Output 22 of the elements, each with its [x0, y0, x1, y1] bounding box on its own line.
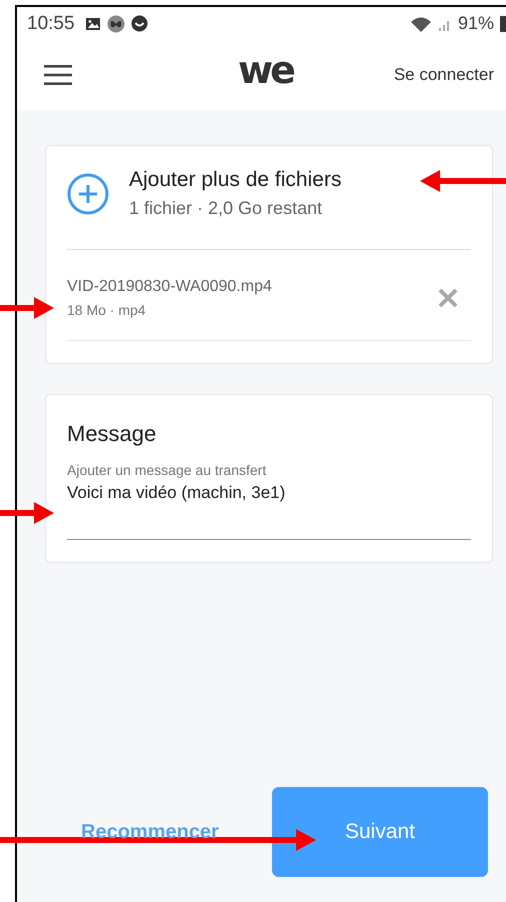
add-icon [67, 172, 109, 214]
clock-time: 10:55 [27, 12, 75, 34]
arrow [0, 502, 54, 524]
add-files-title[interactable]: Ajouter plus de fichiers [129, 168, 342, 192]
close-icon[interactable] [437, 287, 459, 309]
message-field[interactable]: Ajouter un message au transfert Voici ma vidéo (machin, 3e1) [67, 462, 471, 540]
files-summary: 1 fichier · 2,0 Go restant [129, 198, 324, 219]
message-title: Message [67, 421, 158, 447]
wifi-icon [410, 16, 432, 32]
image-icon [84, 16, 101, 30]
login-link[interactable]: Se connecter [394, 65, 494, 85]
file-meta: 18 Mo · mp4 [67, 302, 147, 318]
smiley-icon [130, 15, 148, 32]
arrow [0, 297, 54, 319]
menu-icon [44, 64, 72, 86]
butterfly-icon [106, 14, 125, 32]
file-name: VID-20190830-WA0090.mp4 [67, 278, 272, 296]
message-text: Voici ma vidéo (machin, 3e1) [67, 482, 286, 504]
logo: we [238, 50, 293, 90]
field-label: Ajouter un message au transfert [67, 462, 268, 478]
battery-icon [500, 16, 506, 32]
battery-percent: 91% [458, 13, 494, 34]
